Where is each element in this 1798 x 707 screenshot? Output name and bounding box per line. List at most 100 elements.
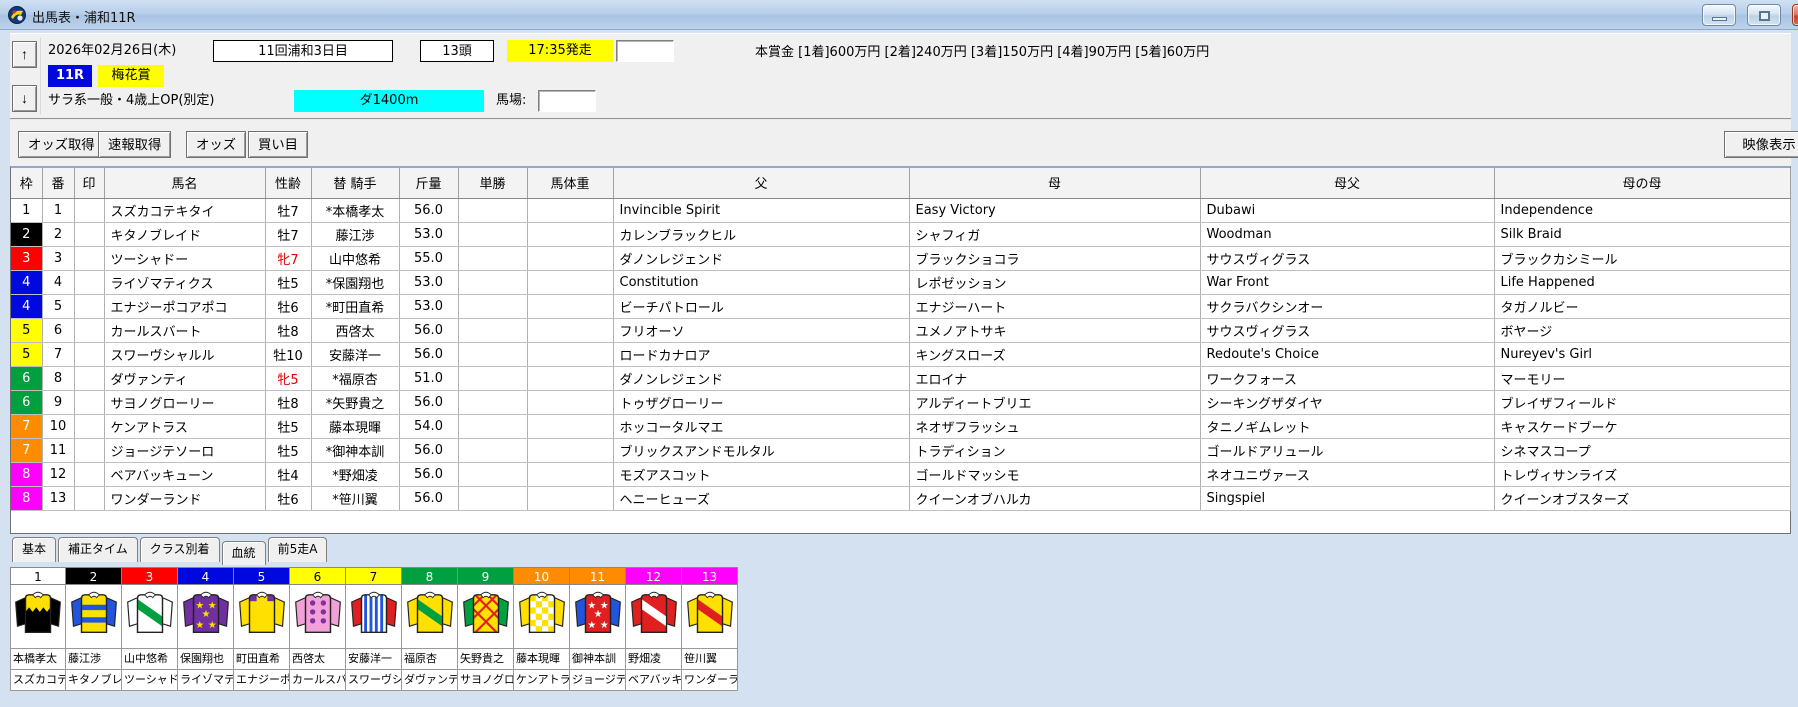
race-name-badge: 梅花賞 [98, 65, 164, 87]
next-race-button[interactable]: ↓ [12, 85, 37, 112]
dam-dam-name: ブラックカシミール [1494, 246, 1791, 271]
silks-cell[interactable]: 2 藤江渉キタノブレイド [66, 567, 122, 691]
jockey-silks-icon [626, 585, 682, 649]
bet-picks-button[interactable]: 買い目 [248, 131, 308, 158]
column-header: 父 [613, 168, 910, 199]
dam-sire-name: ゴールドアリュール [1200, 438, 1495, 463]
jockey-name: 藤本現暉 [311, 414, 400, 439]
table-row[interactable]: 8 12 ベアバッキューン 牡4 *野畑凌 56.0 モズアスコット ゴールドマッシモ ネオユニ… [11, 462, 1791, 487]
silks-cell[interactable]: 6 西啓太カールスバート [290, 567, 346, 691]
table-row[interactable]: 7 11 ジョージテソーロ 牡5 *御神本訓 56.0 ブリックスアンドモルタル トラディショ… [11, 438, 1791, 463]
body-weight [527, 462, 614, 487]
silks-horse-name: ケンアトラス [514, 670, 570, 691]
silks-jockey-name: 御神本訓 [570, 649, 626, 670]
horse-number-badge: 10 [514, 567, 570, 585]
table-row[interactable]: 4 4 ライゾマティクス 牡5 *保園翔也 53.0 Constitution レポゼッション… [11, 270, 1791, 295]
frame-number: 4 [11, 294, 43, 319]
table-row[interactable]: 4 5 エナジーポコアポコ 牡6 *町田直希 53.0 ビーチパトロール エナジーハート サクラ… [11, 294, 1791, 319]
prev-race-button[interactable]: ↑ [12, 41, 37, 68]
jockey-name: *本橋孝太 [311, 198, 400, 223]
tab-前5走A[interactable]: 前5走A [267, 537, 328, 562]
table-row[interactable]: 6 9 サヨノグローリー 牡8 *矢野貴之 56.0 トゥザグローリー アルディートブリエ シー… [11, 390, 1791, 415]
silks-cell[interactable]: 5 町田直希エナジーポコアポコ [234, 567, 290, 691]
body-weight [527, 198, 614, 223]
table-header-row: 枠番印馬名 性齢替 騎手 斤量 単勝 馬体重父母母父 母の母 [11, 168, 1791, 199]
sire-name: カレンブラックヒル [613, 222, 910, 247]
silks-cell[interactable]: 10 藤本現暉ケンアトラス [514, 567, 570, 691]
win-odds [458, 414, 528, 439]
silks-cell[interactable]: 12 野畑凌ベアバッキューン [626, 567, 682, 691]
head-count: 13頭 [420, 40, 494, 62]
tab-基本[interactable]: 基本 [12, 537, 57, 562]
dam-name: ブラックショコラ [909, 246, 1201, 271]
video-display-button[interactable]: 映像表示 [1724, 131, 1798, 158]
silks-cell[interactable]: 11 ★★★★★ 御神本訓ジョージテソーロ [570, 567, 626, 691]
horse-name: キタノブレイド [104, 222, 266, 247]
tab-クラス別着[interactable]: クラス別着 [139, 537, 220, 562]
horse-number: 2 [42, 222, 75, 247]
jockey-name: *保園翔也 [311, 270, 400, 295]
carried-weight: 53.0 [399, 222, 459, 247]
close-button[interactable] [1792, 4, 1798, 26]
body-weight [527, 318, 614, 343]
sire-name: ホッコータルマエ [613, 414, 910, 439]
mark-cell [74, 462, 105, 487]
carried-weight: 56.0 [399, 198, 459, 223]
silks-cell[interactable]: 1 本橋孝太スズカコテキタイ [10, 567, 66, 691]
table-row[interactable]: 6 8 ダヴァンティ 牝5 *福原杏 51.0 ダノンレジェンド エロイナ ワークフォース マーモ… [11, 366, 1791, 391]
course-badge: ダ1400m [294, 90, 484, 112]
column-header: 母の母 [1494, 168, 1791, 199]
table-row[interactable]: 5 6 カールスバート 牡8 西啓太 56.0 フリオーソ ユメノアトサキ サウスヴィグラス ボヤ… [11, 318, 1791, 343]
carried-weight: 53.0 [399, 294, 459, 319]
sire-name: Constitution [613, 270, 910, 295]
silks-horse-name: ワンダーランド [682, 670, 738, 691]
table-row[interactable]: 7 10 ケンアトラス 牡5 藤本現暉 54.0 ホッコータルマエ ネオザフラッシュ タニノギム… [11, 414, 1791, 439]
silks-cell[interactable]: 4 ★★★★★ 保園翔也ライゾマティクス [178, 567, 234, 691]
frame-number: 5 [11, 318, 43, 343]
sire-name: モズアスコット [613, 462, 910, 487]
body-weight [527, 438, 614, 463]
horse-number-badge: 5 [234, 567, 290, 585]
silks-cell[interactable]: 9 矢野貴之サヨノグローリー [458, 567, 514, 691]
silks-cell[interactable]: 7 安藤洋一スワーヴシャルル [346, 567, 402, 691]
body-weight [527, 246, 614, 271]
silks-cell[interactable]: 13 笹川翼ワンダーランド [682, 567, 738, 691]
tab-血統[interactable]: 血統 [221, 541, 266, 565]
silks-cell[interactable]: 8 福原杏ダヴァンティ [402, 567, 458, 691]
sex-age: 牝7 [265, 246, 312, 271]
silks-horse-name: エナジーポコアポコ [234, 670, 290, 691]
table-row[interactable]: 2 2 キタノブレイド 牡7 藤江渉 53.0 カレンブラックヒル シャフィガ Woodman S… [11, 222, 1791, 247]
odds-button[interactable]: オッズ [186, 131, 246, 158]
horse-number: 6 [42, 318, 75, 343]
minimize-button[interactable] [1702, 4, 1736, 26]
table-row[interactable]: 5 7 スワーヴシャルル 牡10 安藤洋一 56.0 ロードカナロア キングスローズ Redou… [11, 342, 1791, 367]
horse-number-badge: 9 [458, 567, 514, 585]
carried-weight: 56.0 [399, 342, 459, 367]
maximize-button[interactable] [1747, 4, 1781, 26]
jockey-name: *矢野貴之 [311, 390, 400, 415]
table-row[interactable]: 3 3 ツーシャドー 牝7 山中悠希 55.0 ダノンレジェンド ブラックショコラ サウスヴィグ… [11, 246, 1791, 271]
table-row[interactable]: 8 13 ワンダーランド 牡6 *笹川翼 56.0 ヘニーヒューズ クイーンオブハルカ Sing… [11, 486, 1791, 511]
silks-horse-name: スワーヴシャルル [346, 670, 402, 691]
silks-cell[interactable]: 3 山中悠希ツーシャドー [122, 567, 178, 691]
tab-補正タイム[interactable]: 補正タイム [58, 537, 138, 562]
get-flash-button[interactable]: 速報取得 [98, 131, 172, 158]
view-tabs: 基本 補正タイム クラス別着 血統 前5走A [12, 537, 329, 566]
frame-number: 1 [11, 198, 43, 223]
win-odds [458, 198, 528, 223]
memo-box[interactable] [616, 40, 674, 62]
app-window: 出馬表・浦和11R ↑ ↓ 2026年02月26日(木) 11回浦和3日目 13… [0, 0, 1798, 707]
track-condition-box[interactable] [538, 90, 596, 112]
horse-number-badge: 12 [626, 567, 682, 585]
column-header: 替 騎手 [311, 168, 400, 199]
silks-jockey-name: 藤江渉 [66, 649, 122, 670]
silks-jockey-name: 西啓太 [290, 649, 346, 670]
win-odds [458, 390, 528, 415]
body-weight [527, 486, 614, 511]
jockey-name: *野畑凌 [311, 462, 400, 487]
table-row[interactable]: 1 1 スズカコテキタイ 牡7 *本橋孝太 56.0 Invincible Spirit Ea… [11, 198, 1791, 223]
dam-sire-name: シーキングザダイヤ [1200, 390, 1495, 415]
get-odds-button[interactable]: オッズ取得 [18, 131, 105, 158]
silks-horse-name: スズカコテキタイ [10, 670, 66, 691]
meeting-label: 11回浦和3日目 [213, 40, 393, 62]
